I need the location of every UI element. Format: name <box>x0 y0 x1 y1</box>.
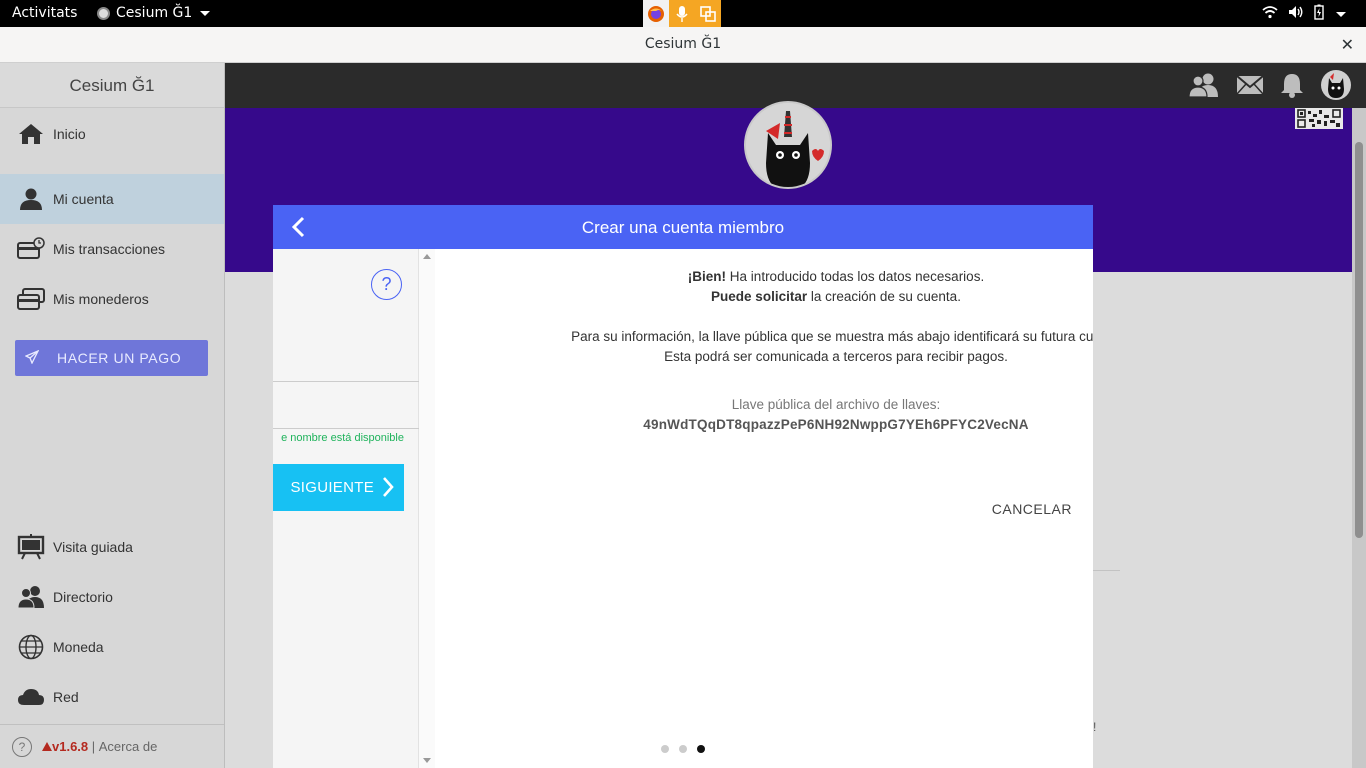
scroll-up-arrow-icon[interactable] <box>423 254 431 259</box>
app-sidebar: Cesium Ğ1 Inicio Mi cuenta Mis transacci… <box>0 63 225 768</box>
next-button[interactable]: SIGUIENTE <box>273 464 404 511</box>
sidebar-item-mis-transacciones[interactable]: Mis transacciones <box>0 224 224 274</box>
help-circle-icon[interactable]: ? <box>371 269 402 300</box>
info-line-1: Para su información, la llave pública qu… <box>571 329 1093 344</box>
transactions-icon <box>16 236 46 262</box>
cesium-app-icon <box>97 6 110 20</box>
volume-icon <box>1288 5 1304 23</box>
background-divider <box>1093 570 1120 571</box>
wifi-icon <box>1262 5 1278 23</box>
input-underline <box>273 428 419 429</box>
pubkey-label: Llave pública del archivo de llaves: <box>731 397 941 412</box>
modal-title: Crear una cuenta miembro <box>581 218 785 237</box>
about-link[interactable]: Acerca de <box>99 739 158 754</box>
help-icon[interactable]: ? <box>12 736 32 757</box>
wallets-icon <box>16 286 46 312</box>
window-close-button[interactable]: ✕ <box>1341 35 1354 54</box>
sidebar-item-moneda[interactable]: Moneda <box>0 622 224 672</box>
paper-plane-icon <box>24 349 40 367</box>
info-line-2: Esta podrá ser comunicada a terceros par… <box>664 349 1008 364</box>
sidebar-item-label: Mi cuenta <box>53 191 114 207</box>
info-message: Para su información, la llave pública qu… <box>435 327 1093 367</box>
name-available-message: e nombre está disponible <box>281 432 404 444</box>
sidebar-item-inicio[interactable]: Inicio <box>0 109 224 159</box>
notifications-bell-icon[interactable] <box>1280 72 1304 103</box>
cancel-button[interactable]: CANCELAR <box>992 501 1072 517</box>
next-button-label: SIGUIENTE <box>290 479 374 496</box>
page-scrollbar-thumb[interactable] <box>1355 142 1363 538</box>
previous-slide-peek: ? e nombre está disponible SIGUIENTE <box>273 249 419 768</box>
success-text: Ha introducido todas los datos necesario… <box>726 269 985 284</box>
tray-apps <box>643 0 721 28</box>
slide-scrollbar[interactable] <box>419 249 435 768</box>
sidebar-item-label: Inicio <box>53 126 86 142</box>
microphone-icon[interactable] <box>669 0 695 28</box>
slide-pager <box>661 745 705 753</box>
pager-dot[interactable] <box>661 745 669 753</box>
pubkey-value: 49nWdTQqDT8qpazzPeP6NH92NwppG7YEh6PFYC2V… <box>643 417 1029 432</box>
sidebar-item-directorio[interactable]: Directorio <box>0 572 224 622</box>
sidebar-item-label: Red <box>53 689 79 705</box>
sidebar-footer: ? v1.6.8 | Acerca de <box>0 724 224 768</box>
app-version: v1.6.8 <box>52 739 89 754</box>
sidebar-item-mi-cuenta[interactable]: Mi cuenta <box>0 174 224 224</box>
window-titlebar: Cesium Ğ1 ✕ <box>0 27 1366 63</box>
firefox-icon[interactable] <box>643 0 669 28</box>
people-icon <box>16 584 46 610</box>
user-icon <box>16 186 46 212</box>
sidebar-item-label: Moneda <box>53 639 104 655</box>
footer-separator: | <box>88 739 99 754</box>
modal-header: Crear una cuenta miembro <box>273 205 1093 249</box>
request-bold: Puede solicitar <box>711 289 808 304</box>
caret-down-icon <box>200 10 211 16</box>
activities-button[interactable]: Activitats <box>12 5 77 21</box>
sidebar-brand: Cesium Ğ1 <box>0 63 224 108</box>
background-text-fragment: ! <box>1093 720 1097 734</box>
header-actions <box>1188 69 1352 106</box>
status-caret-icon <box>1336 11 1346 17</box>
make-payment-button[interactable]: HACER UN PAGO <box>15 340 208 376</box>
home-icon <box>16 121 46 147</box>
contacts-icon[interactable] <box>1188 72 1220 103</box>
system-status-area[interactable] <box>1262 4 1346 24</box>
easel-icon <box>16 534 46 560</box>
profile-avatar <box>744 101 832 189</box>
sidebar-item-label: Visita guiada <box>53 539 133 555</box>
pager-dot-active[interactable] <box>697 745 705 753</box>
app-menu[interactable]: Cesium Ğ1 <box>97 5 211 21</box>
pager-dot[interactable] <box>679 745 687 753</box>
sidebar-item-label: Directorio <box>53 589 113 605</box>
sidebar-item-visita-guiada[interactable]: Visita guiada <box>0 522 224 572</box>
chevron-right-icon <box>382 476 394 502</box>
success-bold: ¡Bien! <box>687 269 727 284</box>
cloud-icon <box>16 684 46 710</box>
user-avatar[interactable] <box>1320 69 1352 106</box>
sidebar-item-label: Mis monederos <box>53 291 149 307</box>
request-text: la creación de su cuenta. <box>807 289 961 304</box>
globe-icon <box>16 634 46 660</box>
system-top-bar: Activitats Cesium Ğ1 <box>0 0 1366 28</box>
input-underline <box>273 381 419 382</box>
sidebar-item-mis-monederos[interactable]: Mis monederos <box>0 274 224 324</box>
app-menu-label: Cesium Ğ1 <box>116 5 193 21</box>
sidebar-item-label: Mis transacciones <box>53 241 166 257</box>
scroll-down-arrow-icon[interactable] <box>423 758 431 763</box>
make-payment-label: HACER UN PAGO <box>57 350 182 366</box>
battery-icon <box>1314 4 1324 24</box>
sidebar-item-red[interactable]: Red <box>0 672 224 722</box>
qr-code-icon[interactable] <box>1295 108 1343 129</box>
mail-icon[interactable] <box>1236 75 1264 100</box>
window-title: Cesium Ğ1 <box>644 36 722 52</box>
screen-share-icon[interactable] <box>695 0 721 28</box>
version-warning-icon <box>42 739 52 754</box>
success-message: ¡Bien! Ha introducido todas los datos ne… <box>435 267 1093 307</box>
create-member-account-modal: Crear una cuenta miembro ? e nombre está… <box>273 205 1093 768</box>
confirmation-slide: ¡Bien! Ha introducido todas los datos ne… <box>435 249 1093 768</box>
